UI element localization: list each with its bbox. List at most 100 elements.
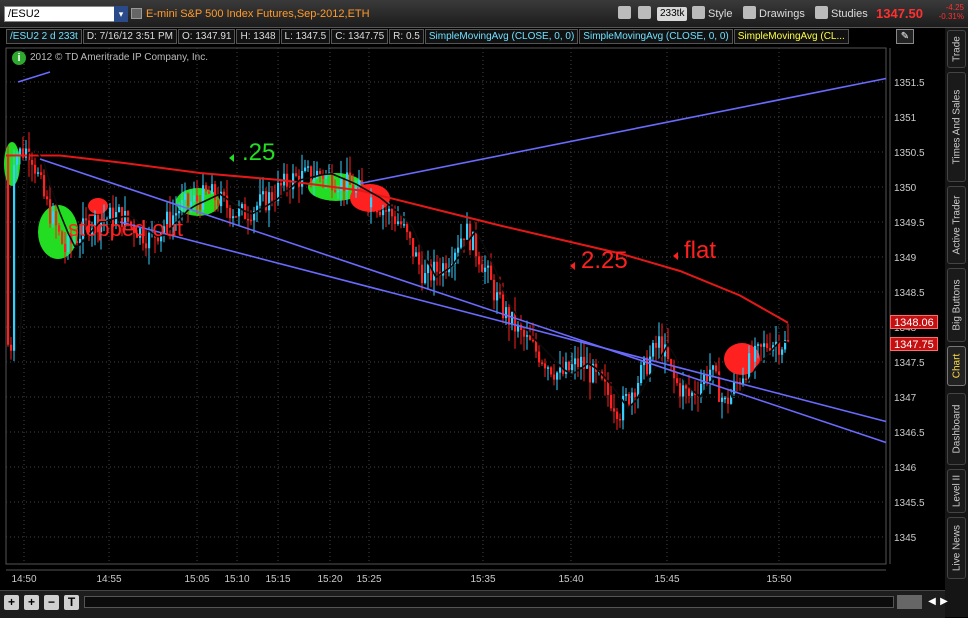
sma-price-tag: 1348.06 — [890, 315, 938, 329]
side-tab-bar: Trade Times And Sales Active Trader Big … — [945, 28, 968, 617]
tab-dashboard[interactable]: Dashboard — [947, 393, 966, 465]
tab-label: Trade — [951, 36, 962, 62]
tab-active-trader[interactable]: Active Trader — [947, 186, 966, 264]
scroll-left-arrow[interactable]: ◀ — [926, 595, 938, 609]
y-tick-label: 1348.5 — [894, 288, 925, 299]
candle-body — [262, 191, 265, 195]
tab-big-buttons[interactable]: Big Buttons — [947, 268, 966, 342]
candle-body — [34, 164, 37, 174]
candle-body — [235, 216, 238, 218]
study-label-sma-2[interactable]: SimpleMovingAvg (CLOSE, 0, 0) — [579, 29, 733, 44]
candle-body — [490, 265, 493, 280]
candle-body — [715, 365, 718, 372]
candle-body — [544, 363, 547, 369]
chart-annotation: stopped out — [68, 216, 183, 241]
pencil-icon — [743, 6, 756, 19]
candle-body — [388, 208, 391, 212]
scrollbar-thumb[interactable] — [897, 595, 922, 609]
bar-high: H: 1348 — [236, 29, 280, 44]
candle-body — [418, 252, 421, 265]
tab-times-and-sales[interactable]: Times And Sales — [947, 72, 966, 182]
tab-live-news[interactable]: Live News — [947, 517, 966, 579]
flexible-grid-button[interactable] — [618, 6, 634, 22]
studies-button[interactable]: Studies — [815, 6, 868, 22]
candle-body — [202, 185, 205, 210]
tab-chart[interactable]: Chart — [947, 346, 966, 386]
candle-body — [187, 193, 190, 206]
info-icon[interactable]: i — [12, 51, 26, 65]
candle-body — [238, 208, 241, 217]
candle-body — [484, 267, 487, 272]
candle-body — [196, 195, 199, 202]
candle-body — [271, 192, 274, 201]
scroll-right-arrow[interactable]: ▶ — [938, 595, 950, 609]
candle-body — [466, 223, 469, 240]
flask-icon — [815, 6, 828, 19]
study-label-sma-1[interactable]: SimpleMovingAvg (CLOSE, 0, 0) — [424, 29, 579, 44]
candle-body — [379, 211, 382, 216]
style-label: Style — [708, 8, 733, 20]
last-price: 1347.50 — [876, 6, 923, 21]
symbol-period-label[interactable]: /ESU2 2 d 233t — [6, 29, 82, 44]
sma-fast-line — [19, 149, 789, 410]
tab-level-ii[interactable]: Level II — [947, 469, 966, 513]
bar-range: R: 0.5 — [389, 29, 424, 44]
candle-body — [658, 336, 661, 348]
time-scrollbar[interactable] — [84, 596, 894, 608]
candle-body — [607, 381, 610, 395]
candle-body — [610, 394, 613, 409]
change-percent: -0.31% — [938, 12, 964, 21]
zoom-in-button[interactable]: + — [24, 595, 39, 610]
candle-body — [334, 190, 337, 192]
trend-line — [39, 158, 887, 444]
style-button[interactable]: Style — [692, 6, 732, 22]
zoom-out-button[interactable]: − — [44, 595, 59, 610]
candle-body — [679, 383, 682, 397]
candle-body — [751, 353, 754, 362]
symbol-link-icon[interactable] — [131, 8, 142, 19]
candle-body — [223, 191, 226, 196]
candle-body — [55, 211, 58, 226]
edit-studies-button[interactable]: ✎ — [896, 29, 914, 44]
candle-body — [310, 166, 313, 182]
symbol-dropdown-button[interactable]: ▾ — [114, 6, 128, 22]
grid-icon — [618, 6, 631, 19]
candle-body — [499, 292, 502, 295]
candle-body — [760, 344, 763, 347]
crosshair-tool-button[interactable]: + — [4, 595, 19, 610]
candle-body — [580, 356, 583, 367]
chart-canvas[interactable]: 1351.5 1351 1350.5 1350 1349.5 1349 1348.5 1348… — [0, 44, 945, 590]
settings-button[interactable] — [638, 6, 654, 22]
candle-body — [460, 238, 463, 248]
candle-body — [10, 344, 13, 351]
y-tick-label: 1349.5 — [894, 218, 925, 229]
candle-body — [724, 397, 727, 400]
candle-body — [400, 221, 403, 225]
drawings-label: Drawings — [759, 8, 805, 20]
price-chart[interactable]: 1351.5 1351 1350.5 1350 1349.5 1349 1348.5 1348… — [0, 44, 945, 590]
y-tick-label: 1346.5 — [894, 428, 925, 439]
candle-body — [40, 172, 43, 176]
candle-body — [427, 264, 430, 274]
candle-body — [634, 392, 637, 397]
candle-body — [532, 339, 535, 342]
candle-body — [727, 397, 730, 404]
tab-trade[interactable]: Trade — [947, 30, 966, 68]
y-tick-label: 1351 — [894, 113, 917, 124]
candle-body — [319, 170, 322, 174]
candle-body — [280, 182, 283, 186]
candle-body — [376, 210, 379, 213]
candle-body — [589, 364, 592, 383]
candle-body — [541, 362, 544, 365]
aggregation-badge[interactable]: 233tk — [657, 7, 688, 21]
change-value: -4.25 — [945, 3, 964, 12]
candle-body — [406, 224, 409, 233]
text-tool-button[interactable]: T — [64, 595, 79, 610]
candle-body — [349, 172, 352, 185]
study-label-sma-3[interactable]: SimpleMovingAvg (CL... — [733, 29, 849, 44]
candle-body — [781, 349, 784, 355]
symbol-input[interactable]: /ESU2 — [4, 6, 124, 22]
drawings-button[interactable]: Drawings — [743, 6, 805, 22]
trend-line — [17, 71, 51, 83]
candle-body — [787, 340, 790, 342]
